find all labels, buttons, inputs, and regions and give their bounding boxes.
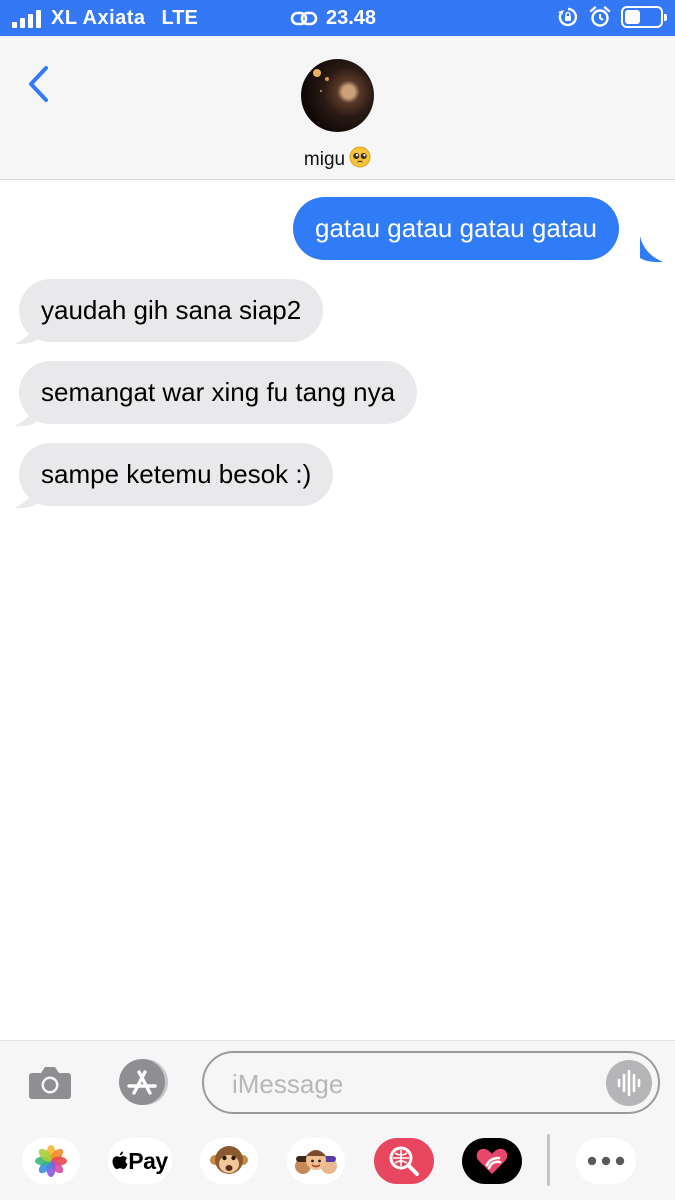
app-store-icon[interactable]	[114, 1058, 170, 1106]
compose-bar: iMessage	[0, 1040, 675, 1122]
signal-strength-icon	[12, 9, 41, 28]
imessage-input[interactable]: iMessage	[202, 1051, 660, 1114]
digital-touch-icon	[476, 1148, 508, 1174]
alarm-icon	[589, 6, 611, 27]
battery-level-fill	[625, 10, 641, 24]
camera-icon[interactable]	[28, 1063, 72, 1101]
status-left: XL Axiata LTE	[12, 7, 198, 30]
drawer-divider	[547, 1134, 550, 1186]
app-drawer: Pay	[0, 1122, 675, 1200]
conversation-header: migu	[0, 36, 675, 180]
clock-time: 23.48	[326, 7, 377, 29]
memoji-stickers-button[interactable]	[287, 1138, 345, 1184]
audio-message-button[interactable]	[606, 1060, 652, 1106]
battery-icon	[621, 6, 667, 28]
photos-app-icon	[35, 1145, 67, 1177]
network-type: LTE	[161, 7, 198, 29]
apple-pay-button[interactable]: Pay	[108, 1138, 172, 1184]
received-bubble-tail	[14, 318, 37, 345]
carrier-name: XL Axiata	[51, 7, 146, 29]
status-center: 23.48	[290, 7, 376, 30]
orientation-lock-icon	[558, 7, 578, 27]
imessage-placeholder: iMessage	[232, 1069, 344, 1099]
status-right	[557, 6, 667, 28]
animoji-icon	[210, 1146, 248, 1174]
more-apps-button[interactable]	[576, 1138, 636, 1184]
apple-pay-label: Pay	[128, 1147, 168, 1174]
images-search-icon	[389, 1146, 419, 1176]
contact-name-row[interactable]: migu	[0, 146, 675, 174]
back-chevron-icon[interactable]	[22, 62, 56, 106]
more-icon	[587, 1156, 625, 1166]
received-message-bubble[interactable]: yaudah gih sana siap2	[19, 279, 324, 342]
waveform-icon	[617, 1069, 641, 1097]
received-bubble-tail	[14, 400, 37, 427]
contact-name[interactable]: migu	[304, 149, 345, 170]
images-search-button[interactable]	[374, 1138, 434, 1184]
photos-app-button[interactable]	[22, 1138, 80, 1184]
animoji-button[interactable]	[200, 1138, 258, 1184]
sent-message-bubble[interactable]: gatau gatau gatau gatau	[293, 197, 619, 260]
contact-avatar[interactable]	[301, 59, 374, 132]
received-message-bubble[interactable]: semangat war xing fu tang nya	[19, 361, 418, 424]
received-bubble-tail	[14, 482, 37, 509]
sent-bubble-tail	[640, 236, 663, 263]
status-bar: XL Axiata LTE 23.48	[0, 0, 675, 36]
digital-touch-button[interactable]	[462, 1138, 522, 1184]
personal-hotspot-icon	[290, 11, 318, 25]
apple-logo-icon	[112, 1151, 128, 1169]
received-message-bubble[interactable]: sampe ketemu besok :)	[19, 443, 334, 506]
memoji-stickers-icon	[295, 1150, 337, 1174]
pleading-face-icon	[349, 146, 371, 174]
